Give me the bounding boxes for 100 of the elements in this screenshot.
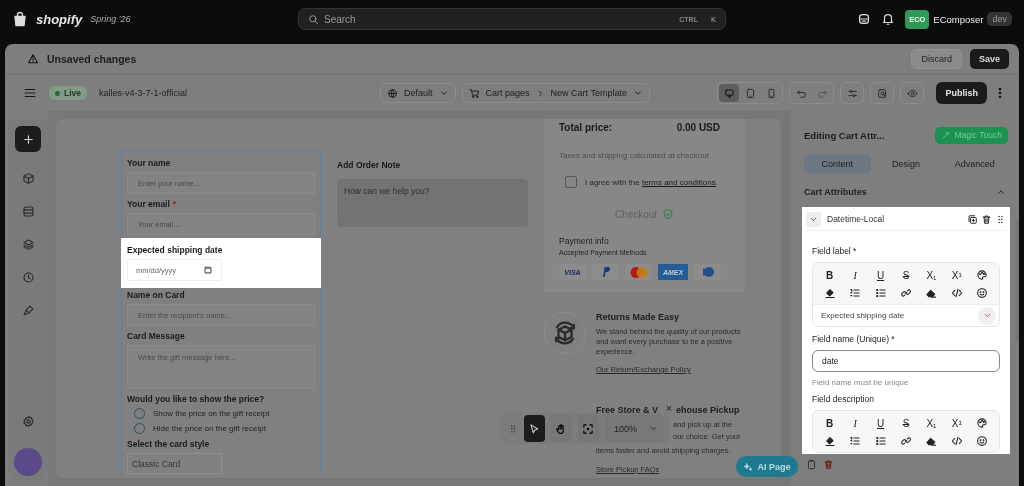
- emoji-icon[interactable]: [976, 435, 989, 447]
- fit-tool-button[interactable]: [577, 415, 599, 442]
- drag-handle-icon[interactable]: [995, 213, 1006, 225]
- history-icon[interactable]: [21, 271, 35, 284]
- menu-icon[interactable]: [23, 86, 37, 100]
- superscript-button[interactable]: X¹: [944, 268, 970, 282]
- superscript-button[interactable]: X¹: [944, 416, 970, 430]
- account-name: EComposer: [933, 13, 984, 25]
- fill-icon[interactable]: [823, 435, 836, 447]
- order-note-title: Add Order Note: [337, 160, 402, 170]
- brand-name: shopify: [36, 11, 83, 27]
- box-returns-icon: [552, 320, 578, 346]
- fill-icon[interactable]: [823, 287, 836, 299]
- save-button[interactable]: Save: [969, 49, 1009, 69]
- pointer-tool-button[interactable]: [524, 415, 545, 442]
- terms-link[interactable]: terms and conditions: [641, 177, 716, 187]
- mobile-icon: [766, 87, 777, 99]
- theme-name: kalles-v4-3-7-1-official: [99, 88, 187, 98]
- chevron-up-icon[interactable]: [996, 187, 1006, 197]
- underline-button[interactable]: U: [867, 416, 894, 430]
- inspect-button[interactable]: [870, 82, 895, 104]
- trash-icon[interactable]: [981, 213, 992, 225]
- palette-icon[interactable]: [976, 417, 989, 429]
- plus-icon: [21, 132, 35, 146]
- ordered-list-icon[interactable]: [849, 435, 862, 447]
- publish-button[interactable]: Publish: [936, 82, 987, 104]
- language-select[interactable]: Default: [380, 83, 456, 103]
- rich-text-editor[interactable]: B I U S X₁ X¹ Expected shipping date: [812, 262, 1000, 327]
- mastercard-icon: [629, 266, 648, 278]
- italic-button[interactable]: I: [842, 268, 868, 282]
- database-icon[interactable]: [857, 12, 872, 26]
- bullet-list-icon[interactable]: [874, 435, 887, 447]
- layers-icon[interactable]: [21, 238, 35, 251]
- panel-tab[interactable]: Design: [872, 154, 940, 174]
- field-name-input[interactable]: date: [812, 350, 1000, 372]
- panel-tab[interactable]: Content: [804, 154, 871, 174]
- warning-icon: [27, 53, 39, 65]
- radio-label[interactable]: Show the price on the gift receipt: [153, 409, 270, 418]
- sections-icon[interactable]: [21, 205, 35, 218]
- desktop-view-button[interactable]: [719, 84, 740, 102]
- radio-label[interactable]: Hide the price on the gift receipt: [153, 424, 266, 433]
- ordered-list-icon[interactable]: [849, 287, 862, 299]
- feature-title: Free Store & V: [596, 405, 659, 415]
- panel-title: Editing Cart Attr...: [804, 129, 885, 141]
- field-label: Your email *: [127, 199, 178, 209]
- underline-button[interactable]: U: [867, 268, 894, 282]
- code-icon[interactable]: [950, 287, 963, 299]
- notification-icon[interactable]: [881, 12, 896, 26]
- shield-check-icon: [662, 208, 675, 220]
- fit-icon: [582, 422, 595, 435]
- terms-checkbox[interactable]: [565, 176, 577, 188]
- add-button[interactable]: [15, 126, 41, 152]
- section-title: Cart Attributes: [804, 187, 867, 197]
- duplicate-icon[interactable]: [967, 213, 978, 225]
- italic-button[interactable]: I: [842, 416, 868, 430]
- release-label: Spring '26: [90, 14, 131, 24]
- eraser-icon[interactable]: [925, 435, 938, 447]
- link-icon[interactable]: [900, 435, 912, 447]
- wand-icon: [941, 130, 951, 140]
- calendar-icon: [203, 265, 213, 275]
- undo-icon: [796, 87, 807, 99]
- brush-icon[interactable]: [21, 304, 35, 317]
- bold-button[interactable]: B: [817, 416, 843, 430]
- emoji-icon[interactable]: [976, 287, 989, 299]
- field-label: Would you like to show the price?: [127, 394, 266, 404]
- preview-button[interactable]: [900, 82, 925, 104]
- feature-title: ehouse Pickup: [676, 405, 740, 415]
- ai-page-button[interactable]: AI Page: [736, 456, 798, 477]
- hand-tool-button[interactable]: [551, 415, 572, 442]
- subscript-button[interactable]: X₁: [918, 416, 945, 430]
- subscript-button[interactable]: X₁: [918, 268, 945, 282]
- chevron-down-icon: [649, 424, 658, 433]
- card-style-select[interactable]: Classic Card: [127, 453, 222, 474]
- settings-button[interactable]: [840, 82, 865, 104]
- discard-button[interactable]: Discard: [911, 49, 962, 69]
- zoom-select[interactable]: 100%: [604, 415, 664, 442]
- globe-icon: [387, 87, 399, 99]
- total-value: 0.00 USD: [676, 122, 720, 133]
- chevron-down-icon: [438, 88, 449, 98]
- search-icon: [308, 13, 319, 25]
- eraser-icon[interactable]: [925, 287, 938, 299]
- palette-icon[interactable]: [976, 269, 989, 281]
- drag-handle-icon[interactable]: [508, 423, 518, 434]
- document-search-icon: [877, 87, 888, 99]
- live-badge: Live: [49, 86, 87, 100]
- panel-tab[interactable]: Advanced: [941, 154, 1008, 174]
- bullet-list-icon[interactable]: [874, 287, 887, 299]
- settings-icon[interactable]: [21, 415, 35, 428]
- bold-button[interactable]: B: [817, 268, 843, 282]
- field-label-value: Expected shipping date: [821, 311, 905, 320]
- link-icon[interactable]: [900, 287, 912, 299]
- rich-text-editor[interactable]: B I U S X₁ X¹: [812, 410, 1000, 453]
- cube-icon[interactable]: [21, 172, 35, 185]
- strike-button[interactable]: S: [893, 416, 919, 430]
- code-icon[interactable]: [950, 435, 963, 447]
- clipboard-icon[interactable]: [806, 459, 817, 470]
- tablet-icon: [745, 87, 756, 99]
- chevron-down-icon: [632, 88, 643, 98]
- strike-button[interactable]: S: [893, 268, 919, 282]
- page-select[interactable]: Cart pages New Cart Template: [461, 83, 650, 103]
